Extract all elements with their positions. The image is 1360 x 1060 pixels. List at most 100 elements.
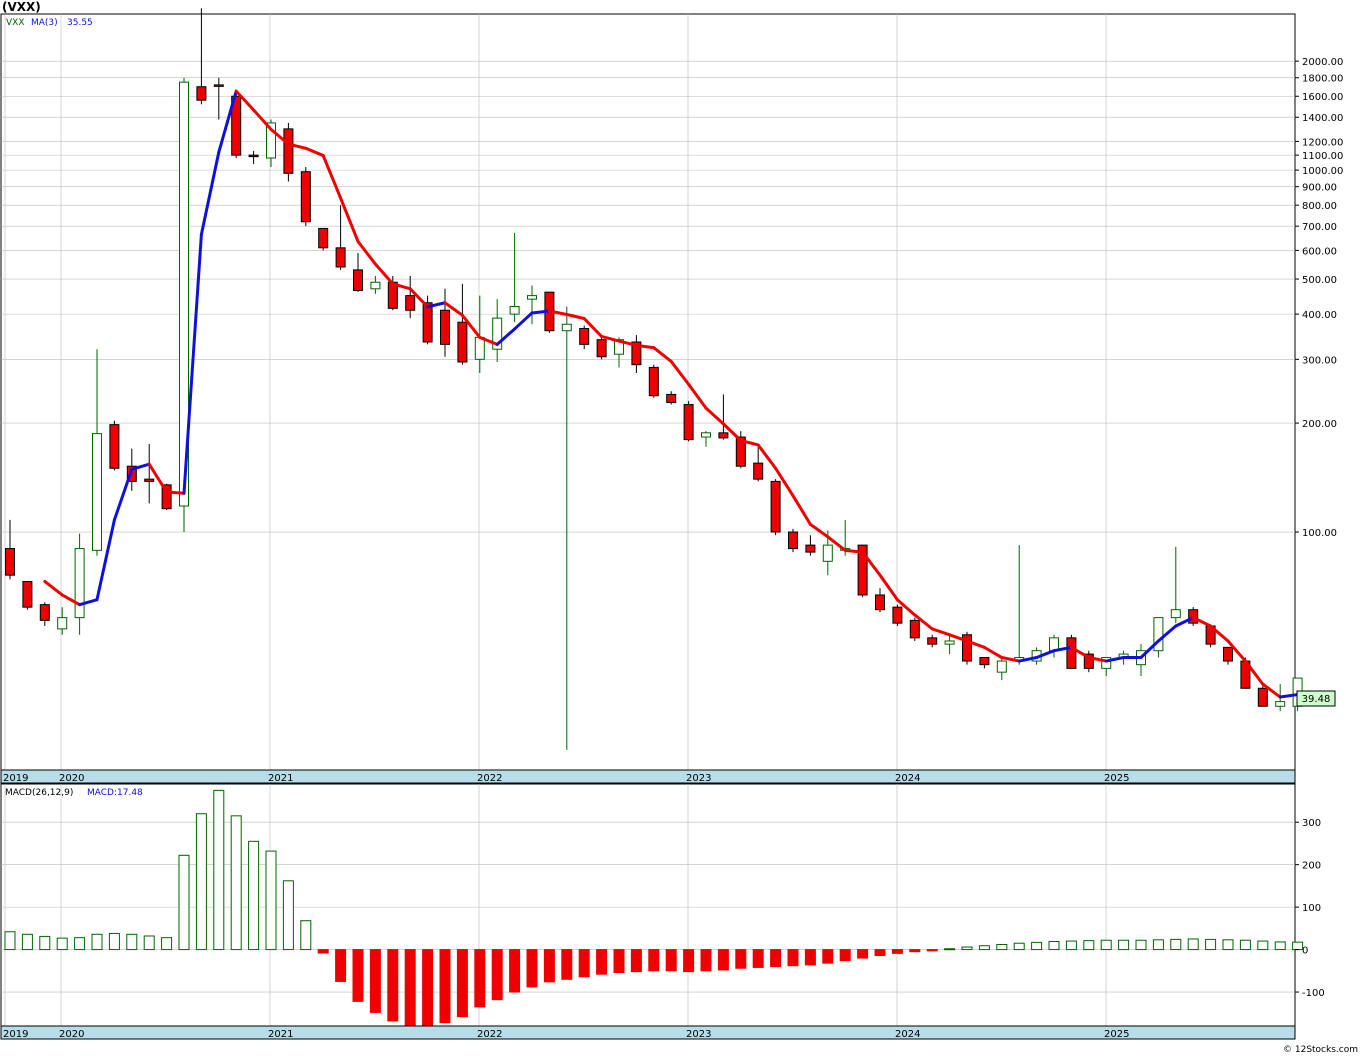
macd-y-tick-label: 200	[1302, 861, 1321, 872]
macd-bar-positive	[126, 933, 138, 951]
macd-bar-negative	[526, 949, 538, 988]
price-y-tick-label: 900.00	[1302, 183, 1337, 194]
macd-bar-negative	[387, 949, 399, 1022]
macd-bar-negative	[926, 949, 938, 952]
macd-bar-positive	[143, 935, 155, 951]
candle-body	[701, 432, 711, 438]
macd-bar-negative	[509, 949, 521, 993]
macd-bar-positive	[265, 850, 277, 951]
ma-segment	[165, 490, 186, 495]
candle-body	[5, 548, 15, 576]
candle-body	[213, 84, 224, 87]
macd-bar-positive	[944, 948, 956, 951]
macd-bar-positive	[282, 880, 294, 951]
candle-body	[474, 336, 485, 360]
macd-bar-negative	[874, 949, 886, 957]
macd-bar-positive	[248, 840, 260, 951]
macd-bar-negative	[578, 949, 590, 978]
candle-down	[1066, 634, 1077, 669]
price-y-tick-label: 600.00	[1302, 246, 1337, 257]
candle-body	[666, 393, 677, 403]
price-y-tick-label: 500.00	[1302, 275, 1337, 286]
candle-down	[109, 420, 120, 471]
macd-bar-positive	[91, 933, 103, 951]
candle-body	[196, 86, 207, 101]
macd-bar-positive	[1239, 939, 1251, 951]
candle-body	[1223, 646, 1233, 662]
candle-body	[875, 594, 885, 611]
candle-body	[370, 281, 381, 290]
ma-segment	[843, 548, 865, 554]
macd-bar-positive	[1187, 938, 1199, 951]
macd-bar-negative	[648, 949, 660, 972]
price-y-tick-label: 1100.00	[1302, 151, 1343, 162]
macd-bar-positive	[1013, 942, 1025, 951]
candle-body	[683, 404, 694, 441]
macd-bar-positive	[1083, 940, 1095, 951]
macd-bar-negative	[700, 949, 712, 972]
price-x-axis-bar	[0, 769, 1296, 784]
price-y-tick-label: 300.00	[1302, 355, 1337, 366]
macd-bar-positive	[300, 920, 312, 951]
ma-segment	[530, 309, 551, 315]
price-y-tick-label: 800.00	[1302, 201, 1337, 212]
macd-bar-positive	[74, 937, 86, 951]
candle-down	[283, 122, 294, 182]
candle-body	[335, 247, 346, 268]
macd-x-tick-label: 2021	[268, 1029, 293, 1040]
candle-body	[440, 309, 450, 345]
candle-body	[909, 619, 920, 639]
last-price-label: 39.48	[1302, 694, 1331, 705]
macd-bar-positive	[21, 933, 33, 951]
candle-body	[353, 269, 363, 291]
macd-bar-negative	[857, 949, 869, 959]
macd-bar-positive	[1048, 941, 1060, 951]
macd-bar-positive	[961, 946, 973, 951]
macd-bar-positive	[1065, 940, 1077, 951]
candle-down	[962, 631, 972, 665]
macd-bar-negative	[596, 949, 608, 975]
candle-body	[22, 580, 33, 608]
macd-bar-positive	[978, 945, 990, 951]
macd-bar-positive	[213, 789, 225, 951]
macd-bar-negative	[630, 949, 642, 973]
candle-body	[1170, 609, 1181, 619]
candle-body	[422, 302, 433, 343]
price-y-tick-label: 400.00	[1302, 310, 1337, 321]
macd-bar-negative	[752, 949, 764, 968]
macd-y-tick-label: -100	[1302, 988, 1325, 999]
price-y-tick-label: 1600.00	[1302, 92, 1343, 103]
macd-bar-negative	[787, 949, 799, 967]
ma-legend-value: 35.55	[67, 18, 93, 28]
candle-body	[92, 433, 102, 551]
macd-bar-positive	[996, 943, 1008, 951]
candle-down	[300, 167, 311, 227]
candle-down	[318, 227, 329, 251]
price-y-tick-label: 1000.00	[1302, 166, 1343, 177]
candle-body	[1066, 637, 1077, 669]
candle-down	[596, 337, 607, 360]
macd-bar-positive	[39, 935, 51, 951]
candle-body	[579, 328, 590, 345]
candle-down	[683, 401, 694, 442]
macd-bar-positive	[56, 937, 68, 951]
macd-bar-negative	[317, 949, 329, 954]
candle-body	[457, 321, 468, 363]
candle-body	[300, 171, 311, 223]
candle-body	[509, 305, 520, 315]
candle-body	[39, 604, 50, 621]
macd-bar-positive	[230, 815, 242, 951]
macd-bar-negative	[543, 949, 555, 983]
candle-body	[822, 544, 833, 562]
price-y-tick-label: 100.00	[1302, 528, 1337, 539]
symbol-legend: VXX	[6, 18, 25, 28]
candle-body	[927, 637, 938, 645]
candle-body	[996, 660, 1007, 673]
macd-legend: MACD(26,12,9)	[5, 788, 73, 798]
stock-chart: (VXX) 2000.00 1800.00 1600.00 1400.00 1200.0…	[0, 0, 1360, 1056]
candle-down	[770, 479, 781, 536]
macd-bar-positive	[1222, 939, 1234, 951]
macd-bar-positive	[108, 932, 120, 951]
price-x-tick-label: 2023	[686, 773, 711, 784]
candle-body	[944, 640, 955, 645]
